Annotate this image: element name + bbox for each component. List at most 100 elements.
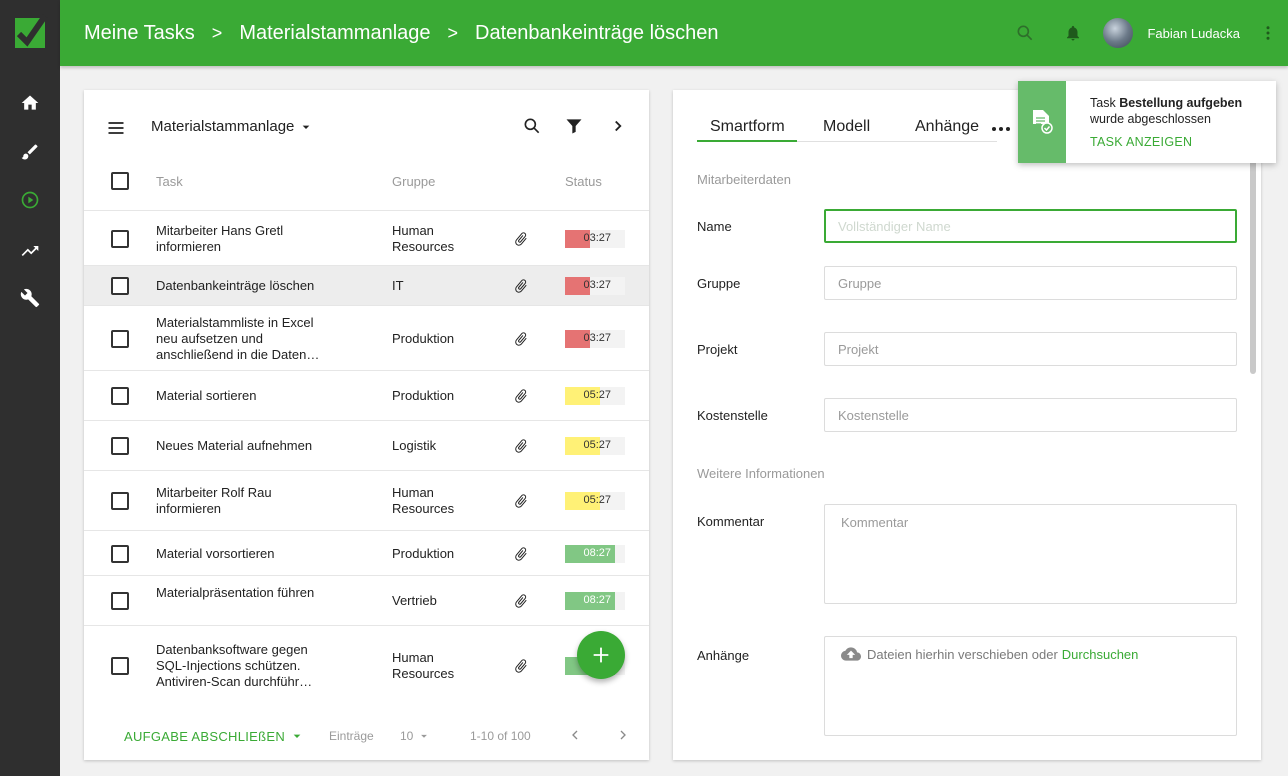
table-row[interactable]: Datenbankeinträge löschen IT 03:27 [84,265,649,305]
hamburger-icon [108,122,124,134]
table-row[interactable]: Mitarbeiter Hans Gretl informieren Human … [84,210,649,265]
task-group: IT [392,278,404,293]
row-checkbox[interactable] [111,437,129,455]
table-row[interactable]: Materialstammliste in Excel neu aufsetze… [84,305,649,370]
user-name[interactable]: Fabian Ludacka [1147,26,1240,41]
entries-label: Einträge [329,729,374,743]
form-scrollbar[interactable] [1250,160,1256,374]
breadcrumb-item-materialstammanlage[interactable]: Materialstammanlage [239,22,430,45]
caret-down-icon [421,734,428,738]
status-time: 03:27 [583,231,611,244]
plus-icon [593,647,609,663]
search-button[interactable] [1005,13,1045,53]
more-menu-button[interactable] [1248,13,1288,53]
filter-icon [566,119,582,134]
table-row[interactable]: Datenbanksoftware gegen SQL-Injections s… [84,625,649,705]
status-time: 03:27 [583,279,611,291]
table-row[interactable]: Materialpräsentation führen Vertrieb 08:27 [84,575,649,625]
caret-down-icon [303,125,310,129]
projekt-placeholder: Projekt [838,342,879,357]
row-checkbox[interactable] [111,544,129,563]
section-title-weitere-informationen: Weitere Informationen [697,466,825,481]
column-header-group[interactable]: Gruppe [392,174,435,189]
row-checkbox[interactable] [111,387,129,405]
sidebar-item-home[interactable] [0,83,60,123]
row-checkbox[interactable] [111,277,129,295]
attachment-icon[interactable] [513,388,529,404]
kommentar-field[interactable]: Kommentar [824,504,1237,604]
complete-task-label: AUFGABE ABSCHLIEßEN [124,728,286,744]
row-checkbox[interactable] [111,492,129,510]
table-row[interactable]: Material vorsortieren Produktion 08:27 [84,530,649,575]
filter-button[interactable] [562,114,586,138]
task-group: Human Resources [392,222,455,254]
add-task-button[interactable] [577,631,625,679]
attachment-icon[interactable] [513,278,529,294]
chevron-right-icon [620,730,626,740]
attachment-icon[interactable] [513,438,529,454]
expand-button[interactable] [606,114,630,138]
app-logo[interactable] [0,0,60,66]
attachment-icon[interactable] [513,331,529,347]
active-tab-indicator [697,140,797,142]
sidebar-item-analytics[interactable] [0,231,60,271]
row-checkbox[interactable] [111,229,129,248]
table-row[interactable]: Neues Material aufnehmen Logistik 05:27 [84,420,649,470]
sidebar-item-design[interactable] [0,132,60,172]
attachment-dropzone[interactable]: Dateien hierhin verschieben oder Durchsu… [824,636,1237,736]
tab-anhaenge[interactable]: Anhänge [915,118,979,136]
task-group: Logistik [392,438,437,453]
column-header-task[interactable]: Task [156,174,183,189]
row-checkbox[interactable] [111,592,129,610]
avatar[interactable] [1103,18,1134,48]
task-name: Neues Material aufnehmen [156,438,313,453]
table-row[interactable]: Material sortieren Produktion 05:27 [84,370,649,420]
search-icon [524,118,540,134]
menu-button[interactable] [104,116,128,140]
notifications-button[interactable] [1053,13,1093,53]
status-time: 08:27 [583,546,611,559]
name-field[interactable]: Vollständiger Name [824,209,1237,243]
row-checkbox[interactable] [111,329,129,348]
breadcrumb: Meine Tasks > Materialstammanlage > Date… [60,22,719,45]
attachment-icon[interactable] [513,546,529,562]
attachment-icon[interactable] [513,231,529,247]
table-row[interactable]: Mitarbeiter Rolf Rau informieren Human Re… [84,470,649,530]
task-name: Datenbanksoftware gegen SQL-Injections s… [156,642,313,689]
search-icon [1017,25,1033,41]
show-task-button[interactable]: TASK ANZEIGEN [1090,135,1192,149]
select-all-checkbox[interactable] [111,172,129,190]
next-page-button[interactable] [613,725,633,745]
per-page-select[interactable]: 10 [400,729,431,743]
row-checkbox[interactable] [111,657,129,675]
prev-page-button[interactable] [565,725,585,745]
cloud-upload-icon [841,647,861,661]
name-label: Name [697,219,732,234]
projekt-field[interactable]: Projekt [824,332,1237,366]
sidebar-item-tasks[interactable] [0,180,60,220]
task-name: Material sortieren [156,388,257,403]
task-name: Datenbankeinträge löschen [156,278,315,293]
caret-down-icon [293,734,301,738]
kostenstelle-field[interactable]: Kostenstelle [824,398,1237,432]
task-completed-toast: Task Bestellung aufgeben wurde abgeschlo… [1018,81,1276,163]
column-header-status[interactable]: Status [565,174,602,189]
breadcrumb-item-meine-tasks[interactable]: Meine Tasks [84,22,195,45]
list-search-button[interactable] [520,114,544,138]
kommentar-label: Kommentar [697,514,765,529]
sidebar-item-settings[interactable] [0,278,60,318]
complete-task-button[interactable]: AUFGABE ABSCHLIEßEN [124,728,305,744]
attachment-icon[interactable] [513,658,529,674]
top-bar: Meine Tasks > Materialstammanlage > Date… [60,0,1288,66]
more-tabs-button[interactable] [991,120,1011,138]
attachment-icon[interactable] [513,493,529,509]
gruppe-placeholder: Gruppe [838,276,882,291]
gruppe-field[interactable]: Gruppe [824,266,1237,300]
kostenstelle-label: Kostenstelle [697,408,768,423]
section-title-mitarbeiterdaten: Mitarbeiterdaten [697,172,791,187]
tab-smartform[interactable]: Smartform [710,118,785,136]
list-filter-dropdown[interactable]: Materialstammanlage [151,118,314,135]
tab-modell[interactable]: Modell [823,118,870,136]
attachment-icon[interactable] [513,593,529,609]
browse-link[interactable]: Durchsuchen [1062,647,1139,662]
